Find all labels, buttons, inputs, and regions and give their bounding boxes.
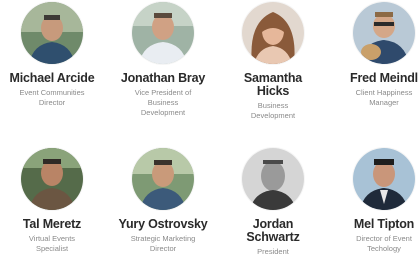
member-title: President	[257, 247, 289, 256]
member-title: Client Happiness Manager	[355, 88, 413, 107]
avatar	[242, 148, 304, 210]
team-member-card: Jordan Schwartz President	[213, 148, 333, 257]
member-title: Virtual Events Specialist	[28, 234, 76, 253]
member-name: Fred Meindl	[350, 71, 418, 85]
avatar	[21, 2, 83, 64]
team-member-card: Mel Tipton Director of Event Techology	[324, 148, 419, 254]
team-member-card: Samantha Hicks Business Development	[213, 2, 333, 121]
member-name: Tal Meretz	[22, 217, 82, 231]
member-title: Event Communities Director	[19, 88, 85, 107]
avatar	[21, 148, 83, 210]
avatar	[353, 2, 415, 64]
team-grid: Michael Arcide Event Communities Directo…	[0, 0, 419, 260]
member-name: Jordan Schwartz	[246, 217, 300, 244]
member-title: Business Development	[250, 101, 296, 120]
member-name: Michael Arcide	[9, 71, 95, 85]
team-member-card: Michael Arcide Event Communities Directo…	[0, 2, 112, 108]
avatar	[132, 148, 194, 210]
member-name: Samantha Hicks	[243, 71, 303, 98]
member-name: Jonathan Bray	[120, 71, 206, 85]
team-member-card: Yury Ostrovsky Strategic Marketing Direc…	[103, 148, 223, 254]
avatar	[132, 2, 194, 64]
avatar	[242, 2, 304, 64]
member-name: Yury Ostrovsky	[118, 217, 208, 231]
member-title: Director of Event Techology	[356, 234, 412, 253]
member-title: Vice President of Business Development	[134, 88, 192, 117]
team-member-card: Tal Meretz Virtual Events Specialist	[0, 148, 112, 254]
avatar	[353, 148, 415, 210]
member-name: Mel Tipton	[353, 217, 415, 231]
team-member-card: Fred Meindl Client Happiness Manager	[324, 2, 419, 108]
team-member-card: Jonathan Bray Vice President of Business…	[103, 2, 223, 118]
member-title: Strategic Marketing Director	[130, 234, 196, 253]
